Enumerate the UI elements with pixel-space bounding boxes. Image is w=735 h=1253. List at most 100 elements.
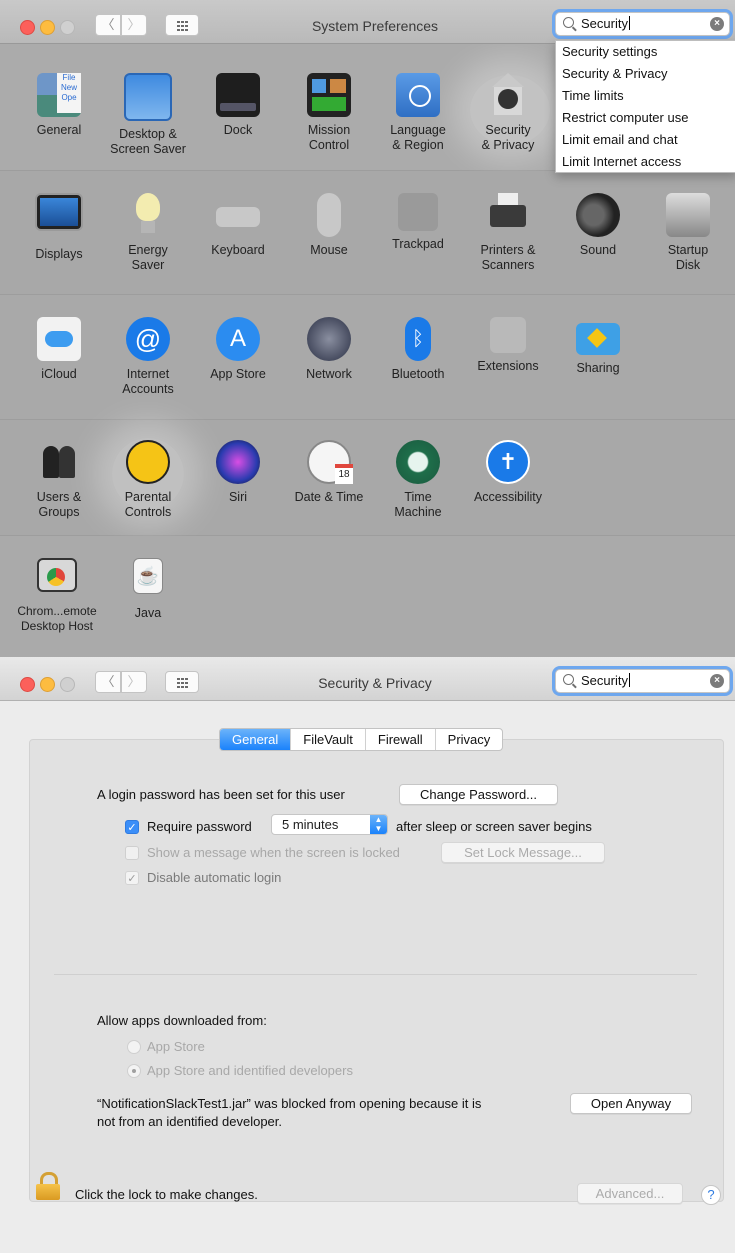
chrome-remote-desktop-icon xyxy=(37,558,77,592)
pane-label: Startup Disk xyxy=(667,243,709,272)
clear-search-icon[interactable]: × xyxy=(710,674,724,688)
search-field[interactable]: Security × xyxy=(555,12,730,36)
disable-auto-login-checkbox[interactable]: ✓ xyxy=(125,871,139,885)
tab-general[interactable]: General xyxy=(220,729,291,750)
pane-security-privacy[interactable]: Security & Privacy xyxy=(468,73,548,152)
pane-dock[interactable]: Dock xyxy=(198,73,278,138)
close-button[interactable] xyxy=(20,20,35,35)
pane-desktop-screen-saver[interactable]: Desktop & Screen Saver xyxy=(108,73,188,156)
back-button[interactable]: 〈 xyxy=(95,14,121,36)
search-icon xyxy=(563,674,574,685)
mission-control-icon xyxy=(307,73,351,117)
calendar-day: 18 xyxy=(335,464,353,484)
prefs-section-hardware: Displays Energy Saver Keyboard Mouse Tra… xyxy=(0,171,735,295)
close-button[interactable] xyxy=(20,677,35,692)
pane-java[interactable]: ☕ Java xyxy=(108,558,188,621)
app-store-radio[interactable] xyxy=(127,1040,141,1054)
pane-app-store[interactable]: A App Store xyxy=(198,317,278,382)
suggestion-item[interactable]: Limit Internet access xyxy=(556,151,735,173)
pane-mouse[interactable]: Mouse xyxy=(289,193,369,258)
pane-label: Chrom...emote Desktop Host xyxy=(17,604,97,633)
search-input-value[interactable]: Security xyxy=(581,673,630,688)
general-icon: File New Ope xyxy=(37,73,81,117)
pane-chrome-remote-desktop[interactable]: Chrom...emote Desktop Host xyxy=(12,558,102,633)
pane-label: Network xyxy=(306,367,352,381)
pane-mission-control[interactable]: Mission Control xyxy=(289,73,369,152)
suggestion-item[interactable]: Time limits xyxy=(556,85,735,107)
advanced-button[interactable]: Advanced... xyxy=(577,1183,683,1204)
suggestion-item[interactable]: Security settings xyxy=(556,41,735,63)
system-preferences-window: File New Ope General Desktop & Screen Save… xyxy=(0,0,735,657)
pane-sound[interactable]: Sound xyxy=(558,193,638,258)
show-all-button[interactable] xyxy=(165,14,199,36)
require-password-label: Require password xyxy=(147,819,252,834)
forward-button[interactable]: 〉 xyxy=(121,14,147,36)
disable-auto-login-label: Disable automatic login xyxy=(147,870,282,885)
pane-keyboard[interactable]: Keyboard xyxy=(198,193,278,258)
pane-siri[interactable]: Siri xyxy=(198,440,278,505)
pane-trackpad[interactable]: Trackpad xyxy=(378,193,458,252)
system-preferences-titlebar: 〈 〉 System Preferences Security × xyxy=(0,0,735,44)
pane-label: Trackpad xyxy=(392,237,444,251)
pane-energy-saver[interactable]: Energy Saver xyxy=(108,193,188,272)
zoom-button[interactable] xyxy=(60,20,75,35)
puzzle-piece-icon xyxy=(490,317,526,353)
pane-date-time[interactable]: 18 Date & Time xyxy=(289,440,369,505)
desktop-screensaver-icon xyxy=(124,73,172,121)
identified-developers-radio[interactable] xyxy=(127,1064,141,1078)
pane-general[interactable]: File New Ope General xyxy=(19,73,99,138)
pane-label: Printers & Scanners xyxy=(480,243,536,272)
pane-language-region[interactable]: Language & Region xyxy=(378,73,458,152)
chevron-right-icon: 〉 xyxy=(127,674,141,689)
show-all-button[interactable] xyxy=(165,671,199,693)
search-input-value[interactable]: Security xyxy=(581,16,630,31)
hard-disk-icon xyxy=(666,193,710,237)
at-sign-icon: @ xyxy=(126,317,170,361)
pane-printers-scanners[interactable]: Printers & Scanners xyxy=(468,193,548,272)
pane-extensions[interactable]: Extensions xyxy=(468,317,548,374)
pane-label: Accessibility xyxy=(473,490,543,504)
pane-time-machine[interactable]: Time Machine xyxy=(378,440,458,519)
require-password-checkbox[interactable]: ✓ xyxy=(125,820,139,834)
back-button[interactable]: 〈 xyxy=(95,671,121,693)
pane-icloud[interactable]: iCloud xyxy=(19,317,99,382)
change-password-button[interactable]: Change Password... xyxy=(399,784,558,805)
pane-startup-disk[interactable]: Startup Disk xyxy=(648,193,728,272)
pane-internet-accounts[interactable]: @ Internet Accounts xyxy=(108,317,188,396)
minimize-button[interactable] xyxy=(40,677,55,692)
after-sleep-label: after sleep or screen saver begins xyxy=(396,819,592,834)
pane-bluetooth[interactable]: ᛒ Bluetooth xyxy=(378,317,458,382)
clock-icon: 18 xyxy=(307,440,353,484)
pane-accessibility[interactable]: ✝ Accessibility xyxy=(468,440,548,505)
pane-label: Mouse xyxy=(310,243,348,257)
siri-icon xyxy=(216,440,260,484)
mouse-icon xyxy=(317,193,341,237)
suggestion-item[interactable]: Restrict computer use xyxy=(556,107,735,129)
require-password-delay-select[interactable]: 5 minutes ▲ ▼ xyxy=(271,814,388,835)
show-message-checkbox[interactable] xyxy=(125,846,139,860)
forward-button[interactable]: 〉 xyxy=(121,671,147,693)
pane-sharing[interactable]: Sharing xyxy=(558,317,638,376)
zoom-button[interactable] xyxy=(60,677,75,692)
suggestion-item[interactable]: Security & Privacy xyxy=(556,63,735,85)
pane-users-groups[interactable]: Users & Groups xyxy=(19,440,99,519)
help-button[interactable]: ? xyxy=(701,1185,721,1205)
pane-label: Desktop & Screen Saver xyxy=(110,127,186,156)
tab-privacy[interactable]: Privacy xyxy=(434,729,503,750)
language-region-flag-icon xyxy=(396,73,440,117)
lock-button[interactable] xyxy=(36,1172,60,1200)
pane-displays[interactable]: Displays xyxy=(19,193,99,262)
minimize-button[interactable] xyxy=(40,20,55,35)
suggestion-item[interactable]: Limit email and chat xyxy=(556,129,735,151)
pane-parental-controls[interactable]: Parental Controls xyxy=(108,440,188,519)
pane-label: Energy Saver xyxy=(128,243,168,272)
clear-search-icon[interactable]: × xyxy=(710,17,724,31)
set-lock-message-button[interactable]: Set Lock Message... xyxy=(441,842,605,863)
search-field[interactable]: Security × xyxy=(555,669,730,693)
search-icon xyxy=(563,17,574,28)
tab-firewall[interactable]: Firewall xyxy=(364,729,435,750)
tab-filevault[interactable]: FileVault xyxy=(290,729,365,750)
window-title: System Preferences xyxy=(311,18,439,34)
pane-network[interactable]: Network xyxy=(289,317,369,382)
open-anyway-button[interactable]: Open Anyway xyxy=(570,1093,692,1114)
